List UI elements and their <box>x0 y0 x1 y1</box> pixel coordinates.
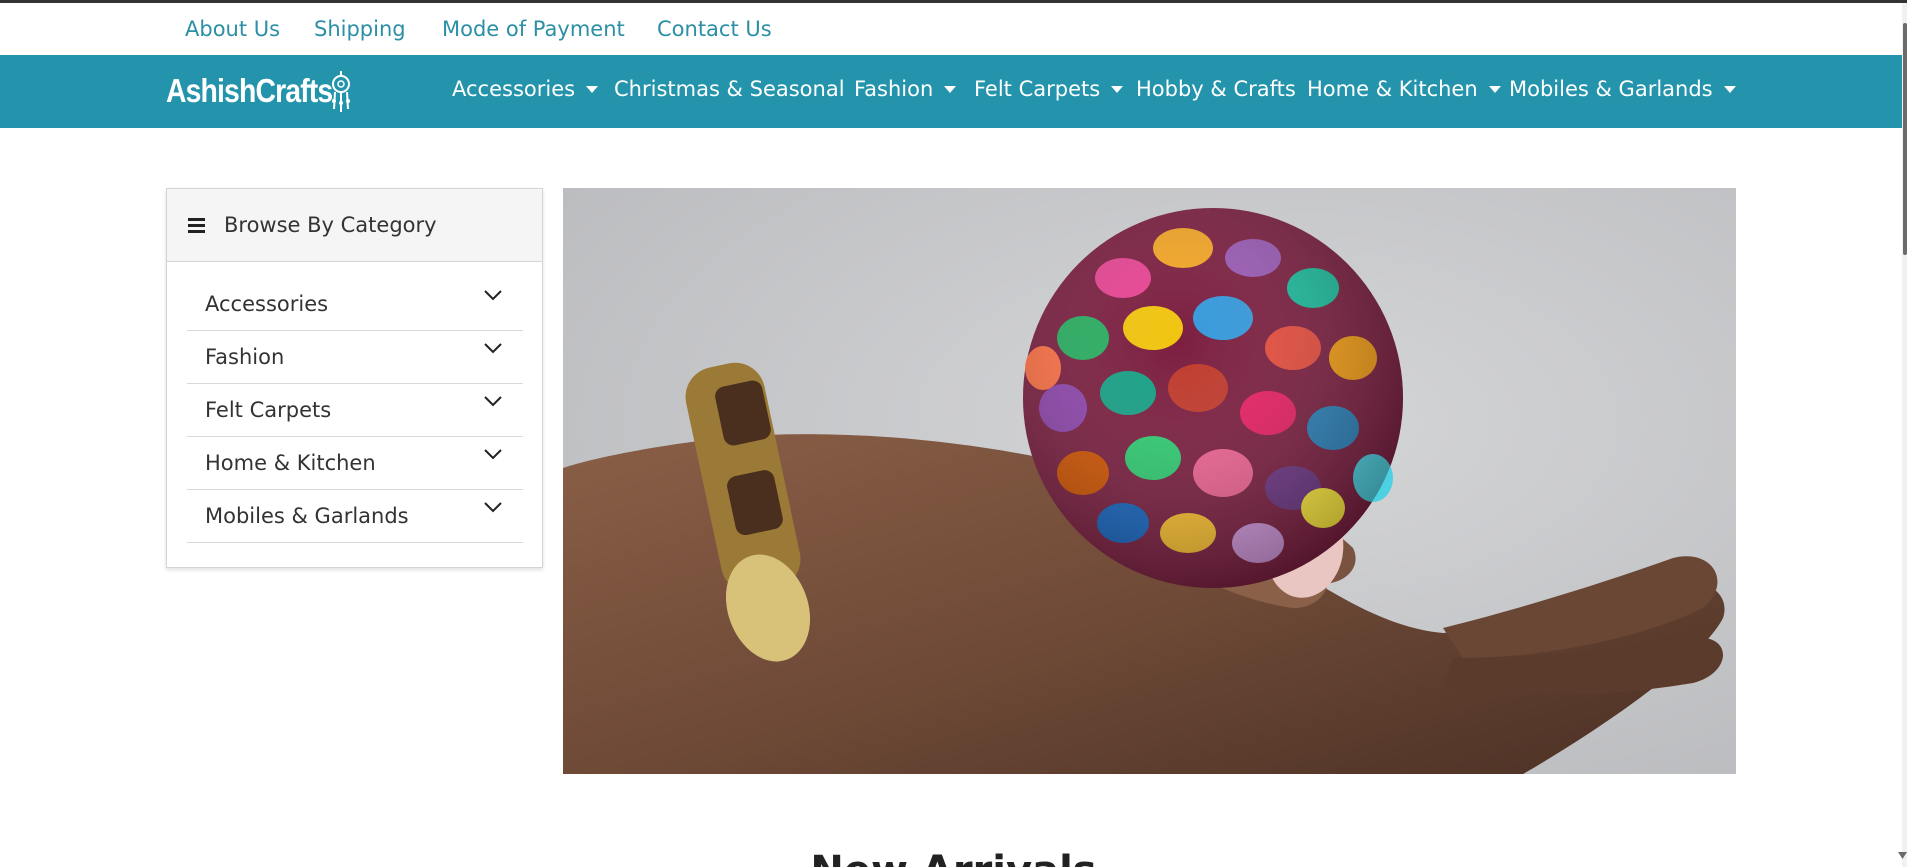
category-sidebar: Browse By Category Accessories Fashion F… <box>166 188 543 568</box>
category-item-accessories[interactable]: Accessories <box>187 278 523 331</box>
hero-banner-image[interactable] <box>563 188 1736 774</box>
chevron-down-icon[interactable] <box>483 341 503 355</box>
category-item-fashion[interactable]: Fashion <box>187 331 523 384</box>
sidebar-title: Browse By Category <box>224 213 437 237</box>
nav-hobby-crafts[interactable]: Hobby & Crafts <box>1136 77 1296 101</box>
category-label: Home & Kitchen <box>205 451 376 475</box>
nav-felt-carpets[interactable]: Felt Carpets <box>974 77 1124 101</box>
felt-ball <box>1023 208 1403 588</box>
category-label: Accessories <box>205 292 329 316</box>
caret-down-icon <box>1111 85 1124 93</box>
felt-ball-hand-illustration <box>563 188 1736 774</box>
category-item-mobiles-garlands[interactable]: Mobiles & Garlands <box>187 490 523 543</box>
about-us-link[interactable]: About Us <box>185 17 280 41</box>
utility-bar: About Us Shipping Mode of Payment Contac… <box>0 3 1902 55</box>
page-scrollbar[interactable] <box>1902 3 1907 867</box>
scroll-down-arrow-icon[interactable] <box>1898 852 1907 860</box>
caret-down-icon <box>586 85 599 93</box>
chevron-down-icon[interactable] <box>483 447 503 461</box>
category-list: Accessories Fashion Felt Carpets Home & … <box>187 278 523 543</box>
chevron-down-icon[interactable] <box>483 394 503 408</box>
mode-of-payment-link[interactable]: Mode of Payment <box>442 17 625 41</box>
category-item-felt-carpets[interactable]: Felt Carpets <box>187 384 523 437</box>
nav-fashion[interactable]: Fashion <box>854 77 957 101</box>
caret-down-icon <box>944 85 957 93</box>
main-navbar: AshishCrafts Accessories Christmas & Sea… <box>0 55 1902 128</box>
nav-home-kitchen[interactable]: Home & Kitchen <box>1307 77 1501 101</box>
chevron-down-icon[interactable] <box>483 500 503 514</box>
category-label: Fashion <box>205 345 285 369</box>
nav-christmas-seasonal[interactable]: Christmas & Seasonal <box>614 77 845 101</box>
nav-accessories[interactable]: Accessories <box>452 77 599 101</box>
contact-us-link[interactable]: Contact Us <box>657 17 772 41</box>
nav-label: Mobiles & Garlands <box>1509 77 1713 101</box>
nav-label: Hobby & Crafts <box>1136 77 1296 101</box>
brand-name: AshishCrafts <box>166 72 333 109</box>
nav-mobiles-garlands[interactable]: Mobiles & Garlands <box>1509 77 1736 101</box>
new-arrivals-heading: New Arrivals <box>0 848 1907 867</box>
sidebar-header[interactable]: Browse By Category <box>167 189 542 262</box>
chevron-down-icon[interactable] <box>483 288 503 302</box>
category-item-home-kitchen[interactable]: Home & Kitchen <box>187 437 523 490</box>
category-label: Felt Carpets <box>205 398 332 422</box>
nav-label: Christmas & Seasonal <box>614 77 845 101</box>
nav-label: Fashion <box>854 77 934 101</box>
nav-label: Accessories <box>452 77 576 101</box>
nav-label: Home & Kitchen <box>1307 77 1478 101</box>
scrollbar-thumb[interactable] <box>1903 23 1907 255</box>
brand-logo[interactable]: AshishCrafts <box>166 69 359 113</box>
shipping-link[interactable]: Shipping <box>314 17 406 41</box>
hamburger-menu-icon <box>188 218 205 233</box>
nav-label: Felt Carpets <box>974 77 1101 101</box>
caret-down-icon <box>1488 85 1501 93</box>
caret-down-icon <box>1723 85 1736 93</box>
category-label: Mobiles & Garlands <box>205 504 409 528</box>
dreamcatcher-icon <box>332 71 350 112</box>
